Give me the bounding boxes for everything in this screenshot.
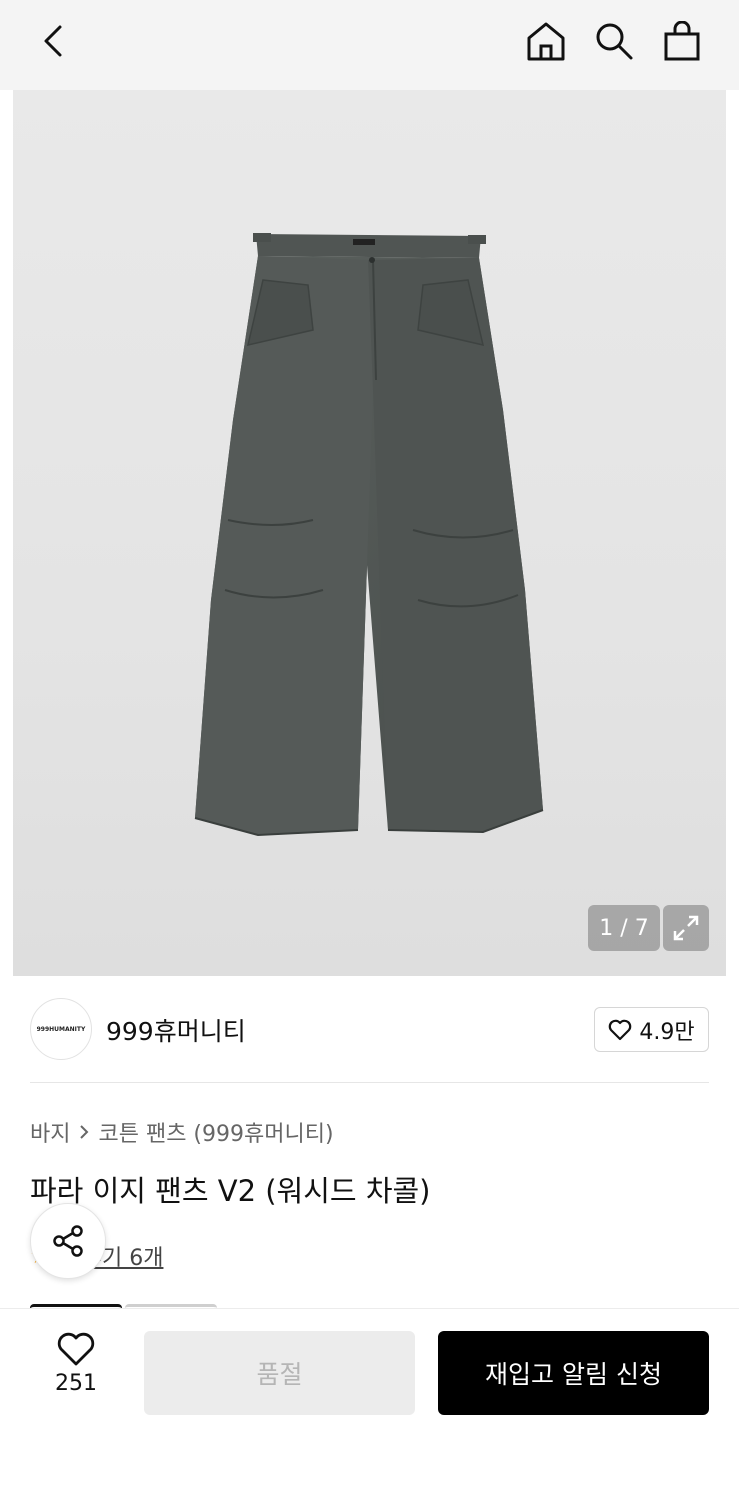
wishlist-count: 251 (55, 1371, 97, 1396)
product-title: 파라 이지 팬츠 V2 (워시드 차콜) (30, 1174, 431, 1208)
brand-like-button[interactable]: 4.9만 (594, 1007, 709, 1052)
bottom-purchase-bar: 251 품절 재입고 알림 신청 (0, 1308, 739, 1500)
brand-logo[interactable]: 999HUMANITY (30, 998, 92, 1060)
heart-icon (57, 1332, 95, 1366)
share-icon (53, 1225, 83, 1257)
brand-name[interactable]: 999휴머니티 (106, 1012, 246, 1048)
image-counter: 1 / 7 (588, 905, 660, 951)
expand-icon[interactable] (663, 905, 709, 951)
chevron-left-icon[interactable] (30, 18, 76, 64)
brand-like-count: 4.9만 (639, 1019, 695, 1045)
soldout-button: 품절 (144, 1331, 415, 1415)
chevron-right-icon (80, 1125, 89, 1139)
shopping-bag-icon[interactable] (657, 16, 707, 66)
wishlist-button[interactable]: 251 (40, 1331, 112, 1411)
product-image (194, 233, 544, 837)
product-image-gallery[interactable]: 1 / 7 (13, 90, 726, 976)
top-navigation-bar (0, 0, 739, 90)
heart-icon (609, 1019, 632, 1040)
search-icon[interactable] (589, 16, 639, 66)
home-icon[interactable] (521, 16, 571, 66)
breadcrumb-category[interactable]: 바지 (30, 1116, 70, 1148)
brand-row[interactable]: 999HUMANITY 999휴머니티 4.9만 (30, 998, 709, 1062)
breadcrumb-subcategory[interactable]: 코튼 팬츠 (999휴머니티) (98, 1116, 333, 1148)
share-button[interactable] (30, 1203, 106, 1279)
divider (30, 1082, 709, 1083)
breadcrumb: 바지 코튼 팬츠 (999휴머니티) (30, 1116, 334, 1148)
restock-alert-button[interactable]: 재입고 알림 신청 (438, 1331, 709, 1415)
